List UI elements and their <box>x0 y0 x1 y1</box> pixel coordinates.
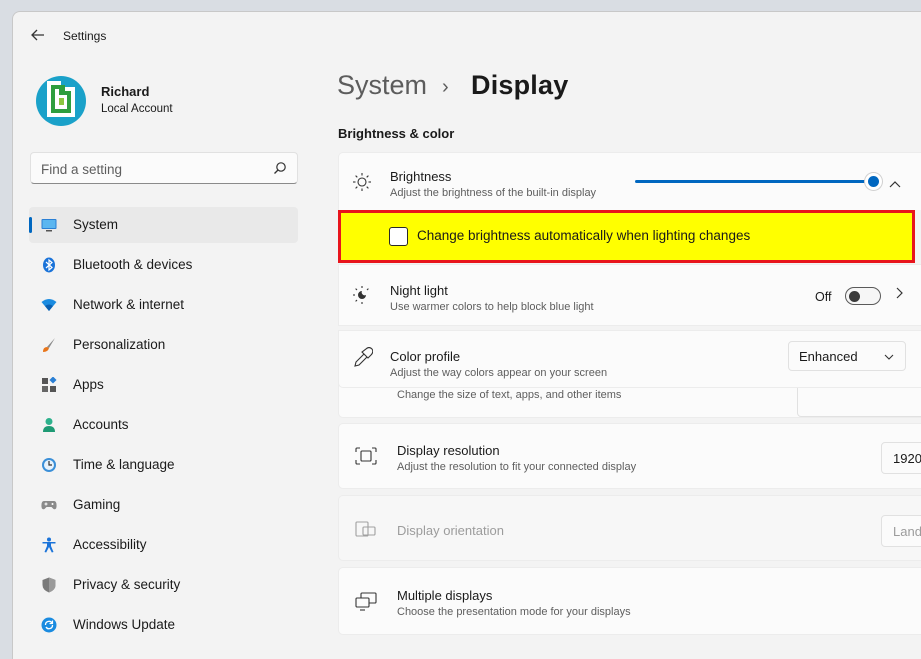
auto-brightness-highlight: Change brightness automatically when lig… <box>338 210 915 263</box>
search-box[interactable] <box>30 152 298 184</box>
collapse-chevron-icon[interactable] <box>889 175 901 191</box>
user-name: Richard <box>101 84 150 99</box>
brightness-subtitle: Adjust the brightness of the built-in di… <box>390 187 597 199</box>
avatar[interactable] <box>35 69 86 127</box>
display-resolution-row[interactable]: Display resolution Adjust the resolution… <box>338 423 921 489</box>
color-dropper-icon <box>354 347 373 367</box>
search-icon[interactable] <box>273 161 287 175</box>
scale-subtitle: Change the size of text, apps, and other… <box>397 389 622 401</box>
sidebar-item-label: Windows Update <box>73 617 176 632</box>
night-light-state: Off <box>815 290 832 304</box>
color-profile-subtitle: Adjust the way colors appear on your scr… <box>390 367 608 379</box>
avatar-logo-icon <box>36 76 86 126</box>
multiple-displays-title: Multiple displays <box>397 588 493 603</box>
window-title: Settings <box>63 29 107 43</box>
night-light-row[interactable]: Night light Use warmer colors to help bl… <box>338 264 921 326</box>
multiple-displays-subtitle: Choose the presentation mode for your di… <box>397 606 631 618</box>
brightness-slider-track[interactable] <box>635 180 873 183</box>
sidebar-item-system[interactable]: System <box>29 207 298 243</box>
sidebar-item-gaming[interactable]: Gaming <box>29 487 298 523</box>
sidebar-item-label: Accessibility <box>73 537 147 552</box>
resolution-value: 1920 <box>893 451 921 466</box>
wifi-icon <box>41 299 57 311</box>
sidebar-item-time-language[interactable]: Time & language <box>29 447 298 483</box>
sidebar-item-apps[interactable]: Apps <box>29 367 298 403</box>
brightness-slider-thumb[interactable] <box>868 176 879 187</box>
clock-globe-icon <box>42 458 56 472</box>
toggle-knob <box>849 291 860 302</box>
resolution-dropdown[interactable]: 1920 <box>881 442 921 474</box>
update-icon <box>41 617 57 633</box>
back-button[interactable] <box>27 24 49 46</box>
breadcrumb-separator: › <box>442 76 449 98</box>
auto-brightness-label[interactable]: Change brightness automatically when lig… <box>417 228 750 243</box>
accessibility-icon <box>42 537 56 553</box>
sidebar-item-label: Personalization <box>73 337 166 352</box>
breadcrumb-parent[interactable]: System <box>337 70 427 101</box>
display-orientation-row: Display orientation Land <box>338 495 921 561</box>
sidebar-item-windows-update[interactable]: Windows Update <box>29 607 298 643</box>
monitor-icon <box>41 219 57 232</box>
sidebar-item-label: Accounts <box>73 417 129 432</box>
orientation-icon <box>355 521 376 537</box>
sidebar-item-bluetooth[interactable]: Bluetooth & devices <box>29 247 298 283</box>
color-profile-title: Color profile <box>390 349 461 364</box>
person-icon <box>43 418 55 432</box>
sidebar-item-label: Bluetooth & devices <box>73 257 193 272</box>
color-profile-row[interactable]: Color profile Adjust the way colors appe… <box>338 330 921 388</box>
display-resolution-title: Display resolution <box>397 443 500 458</box>
user-account-type: Local Account <box>101 103 173 115</box>
sidebar-item-accessibility[interactable]: Accessibility <box>29 527 298 563</box>
resolution-icon <box>355 447 377 465</box>
apps-icon <box>42 377 57 392</box>
sidebar-item-label: Privacy & security <box>73 577 181 592</box>
selection-indicator <box>29 217 32 233</box>
sidebar-item-label: Network & internet <box>73 297 185 312</box>
search-input[interactable] <box>41 159 261 179</box>
color-profile-dropdown[interactable]: Enhanced <box>788 341 906 371</box>
auto-brightness-checkbox[interactable] <box>389 227 408 246</box>
sidebar-item-accounts[interactable]: Accounts <box>29 407 298 443</box>
brightness-title: Brightness <box>390 169 452 184</box>
sidebar-item-personalization[interactable]: Personalization <box>29 327 298 363</box>
sidebar-item-label: System <box>73 217 119 232</box>
night-light-toggle[interactable] <box>845 287 881 305</box>
back-arrow-icon <box>31 29 44 41</box>
multiple-displays-row[interactable]: Multiple displays Choose the presentatio… <box>338 567 921 635</box>
sidebar-item-label: Time & language <box>73 457 175 472</box>
section-heading: Brightness & color <box>338 126 455 141</box>
display-resolution-subtitle: Adjust the resolution to fit your connec… <box>397 461 637 473</box>
night-light-icon <box>353 286 369 304</box>
sidebar-item-privacy[interactable]: Privacy & security <box>29 567 298 603</box>
night-light-title: Night light <box>390 283 448 298</box>
night-light-subtitle: Use warmer colors to help block blue lig… <box>390 301 594 313</box>
color-profile-value: Enhanced <box>799 349 858 364</box>
shield-icon <box>42 577 56 593</box>
page-title: Display <box>471 70 569 100</box>
brightness-sun-icon <box>353 173 371 191</box>
bluetooth-icon <box>43 257 55 273</box>
orientation-value: Land <box>893 524 921 539</box>
settings-window: Settings Richard Local Account System Bl… <box>12 11 921 659</box>
gamepad-icon <box>41 501 57 510</box>
scale-dropdown[interactable] <box>797 383 921 417</box>
night-light-chevron-icon[interactable] <box>896 286 904 304</box>
sidebar-item-label: Gaming <box>73 497 121 512</box>
display-orientation-title: Display orientation <box>397 523 504 538</box>
orientation-dropdown: Land <box>881 515 921 547</box>
multiple-displays-icon <box>355 592 377 611</box>
brush-icon <box>43 338 55 352</box>
chevron-down-icon <box>884 354 894 360</box>
sidebar-item-label: Apps <box>73 377 104 392</box>
sidebar-item-network[interactable]: Network & internet <box>29 287 298 323</box>
